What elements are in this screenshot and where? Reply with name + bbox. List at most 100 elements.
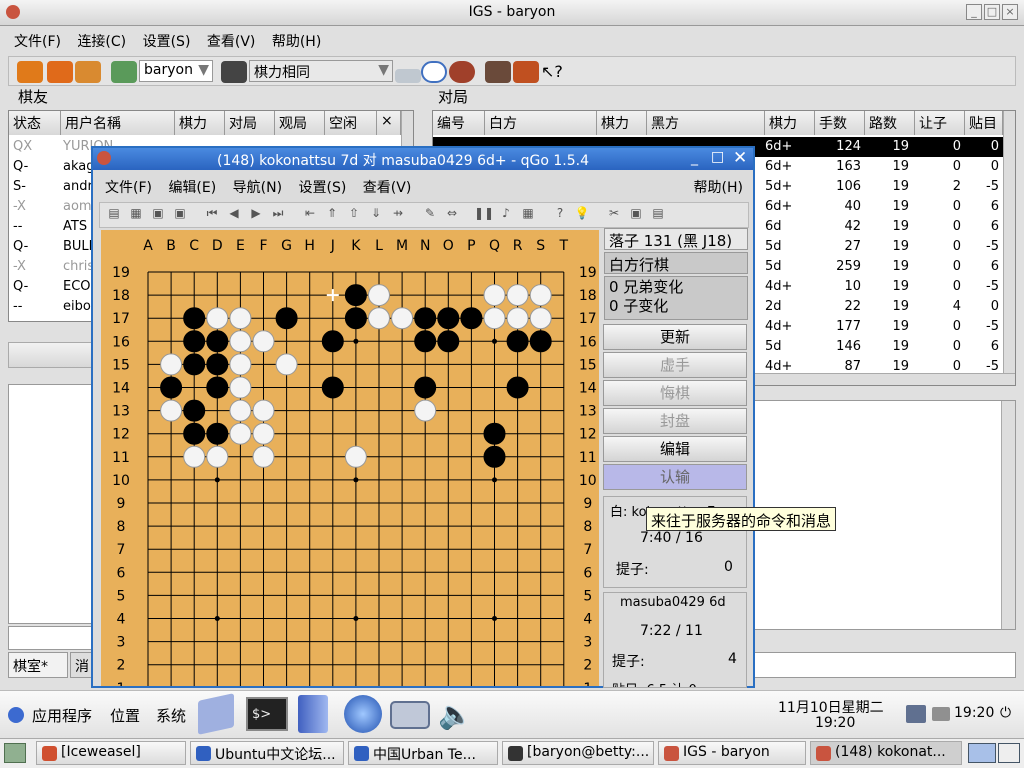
coords-icon[interactable]: ▦ [518, 206, 538, 224]
col-observe[interactable]: 观局 [275, 111, 325, 135]
col-idle[interactable]: 空闲 [325, 111, 377, 135]
col-size[interactable]: 路数 [865, 111, 915, 135]
panel-time[interactable]: 19:20 [815, 715, 855, 731]
save-as-icon[interactable]: ▣ [170, 206, 190, 224]
observe-icon[interactable] [395, 69, 421, 83]
text-editor-icon[interactable] [198, 693, 234, 735]
last-move-icon[interactable]: ⏭ [268, 206, 288, 224]
swap-icon[interactable]: ⇔ [442, 206, 462, 224]
network-status-icon[interactable] [906, 705, 926, 723]
task-terminal[interactable]: [baryon@betty:... [502, 741, 654, 765]
col-game[interactable]: 对局 [225, 111, 275, 135]
col-white[interactable]: 白方 [485, 111, 597, 135]
menu-view[interactable]: 查看(V) [201, 27, 262, 55]
close-icon[interactable]: × [1002, 4, 1018, 20]
stats-icon[interactable] [513, 61, 539, 83]
qgo-menu-navigate[interactable]: 导航(N) [227, 173, 288, 201]
disconnect-icon[interactable] [47, 61, 73, 83]
paste-icon[interactable]: ▤ [648, 206, 668, 224]
first-move-icon[interactable]: ⏮ [202, 206, 222, 224]
help-cursor-icon[interactable]: ↖? [541, 61, 567, 83]
player-icon[interactable] [221, 61, 247, 83]
col-komi[interactable]: 贴目 [965, 111, 1003, 135]
menu-applications[interactable]: 应用程序 [32, 705, 92, 726]
save-icon[interactable]: ▣ [148, 206, 168, 224]
col-white-rank[interactable]: 棋力 [597, 111, 647, 135]
rank-filter-select[interactable]: 棋力相同 ▼ [249, 60, 393, 82]
account-select[interactable]: baryon ▼ [139, 60, 213, 82]
menu-file[interactable]: 文件(F) [8, 27, 67, 55]
comment-icon[interactable]: ✎ [420, 206, 440, 224]
prev-var-icon[interactable]: ⇤ [300, 206, 320, 224]
qgo-maximize-icon[interactable]: □ [711, 149, 724, 165]
update-button[interactable]: 更新 [603, 324, 747, 350]
room-input[interactable] [8, 626, 100, 650]
edit-button[interactable]: 编辑 [603, 436, 747, 462]
task-iceweasel[interactable]: [Iceweasel] [36, 741, 186, 765]
adjourn-button[interactable]: 封盘 [603, 408, 747, 434]
qgo-menu-help[interactable]: 帮助(H) [688, 173, 749, 201]
next-var-icon[interactable]: ⇧ [344, 206, 364, 224]
chat-icon[interactable] [421, 61, 447, 83]
workspace-switcher[interactable] [968, 743, 996, 763]
col-black[interactable]: 黑方 [647, 111, 765, 135]
main-branch-icon[interactable]: ⇸ [388, 206, 408, 224]
cut-icon[interactable]: ✂ [604, 206, 624, 224]
task-qgo[interactable]: (148) kokonat... [810, 741, 962, 765]
open-icon[interactable]: ▦ [126, 206, 146, 224]
task-urban[interactable]: 中国Urban Te... [348, 741, 498, 765]
network-icon[interactable] [75, 61, 101, 83]
command-input[interactable] [754, 652, 1016, 678]
connect-icon[interactable] [17, 61, 43, 83]
messages-scrollbar[interactable] [1001, 401, 1015, 629]
task-igs[interactable]: IGS - baryon [658, 741, 806, 765]
qgo-menu-view[interactable]: 查看(V) [357, 173, 418, 201]
hint-icon[interactable]: 💡 [572, 206, 592, 224]
menu-places[interactable]: 位置 [110, 705, 140, 726]
panel-date[interactable]: 11月10日星期二 [778, 697, 884, 717]
workspace-switcher-2[interactable] [998, 743, 1020, 763]
qgo-close-icon[interactable]: ✕ [733, 148, 747, 168]
menu-system[interactable]: 系统 [156, 705, 186, 726]
sound-icon[interactable]: ♪ [496, 206, 516, 224]
menu-settings[interactable]: 设置(S) [137, 27, 197, 55]
down-icon[interactable]: ⇓ [366, 206, 386, 224]
qgo-menu-edit[interactable]: 编辑(E) [162, 173, 222, 201]
show-desktop-icon[interactable] [4, 743, 26, 763]
tab-room[interactable]: 棋室* [8, 652, 68, 678]
resign-button[interactable]: 认输 [603, 464, 747, 490]
qgo-menu-settings[interactable]: 设置(S) [293, 173, 353, 201]
copy-icon[interactable]: ▣ [626, 206, 646, 224]
go-board[interactable]: A 19 19 B 18 18 C 17 17 D 16 16 E 15 15 F 14 14 G 13 13 H 12 12… [101, 230, 599, 686]
qgo-minimize-icon[interactable]: _ [691, 150, 698, 166]
col-black-rank[interactable]: 棋力 [765, 111, 815, 135]
minimize-icon[interactable]: _ [966, 4, 982, 20]
power-icon[interactable]: ⏻ [1000, 705, 1011, 721]
ubuntu-logo-icon[interactable] [8, 707, 24, 723]
file-manager-icon[interactable] [298, 695, 328, 733]
terminal-icon[interactable]: $> [246, 697, 288, 731]
col-username[interactable]: 用户名稱 [61, 111, 175, 135]
undo-button[interactable]: 悔棋 [603, 380, 747, 406]
panel-clock[interactable]: 19:20 [954, 705, 994, 721]
col-moves[interactable]: 手数 [815, 111, 865, 135]
col-game-id[interactable]: 编号 [433, 111, 485, 135]
account-icon[interactable] [111, 61, 137, 83]
pause-icon[interactable]: ❚❚ [474, 206, 494, 224]
bowl-icon[interactable] [449, 61, 475, 83]
printer-icon[interactable] [932, 707, 950, 721]
help-cursor-icon[interactable]: ? [550, 206, 570, 224]
menu-connect[interactable]: 连接(C) [71, 27, 132, 55]
volume-icon[interactable]: 🔈 [438, 697, 478, 733]
col-handicap[interactable]: 让子 [915, 111, 965, 135]
new-icon[interactable]: ▤ [104, 206, 124, 224]
col-rank[interactable]: 棋力 [175, 111, 225, 135]
games-scrollbar-v[interactable] [1003, 111, 1015, 373]
col-close[interactable]: × [377, 111, 401, 135]
browser-icon[interactable] [344, 695, 382, 733]
col-status[interactable]: 状态 [9, 111, 61, 135]
qgo-menu-file[interactable]: 文件(F) [99, 173, 158, 201]
prev-move-icon[interactable]: ◀ [224, 206, 244, 224]
user-info-icon[interactable] [485, 61, 511, 83]
task-ubuntu-forum[interactable]: Ubuntu中文论坛... [190, 741, 344, 765]
